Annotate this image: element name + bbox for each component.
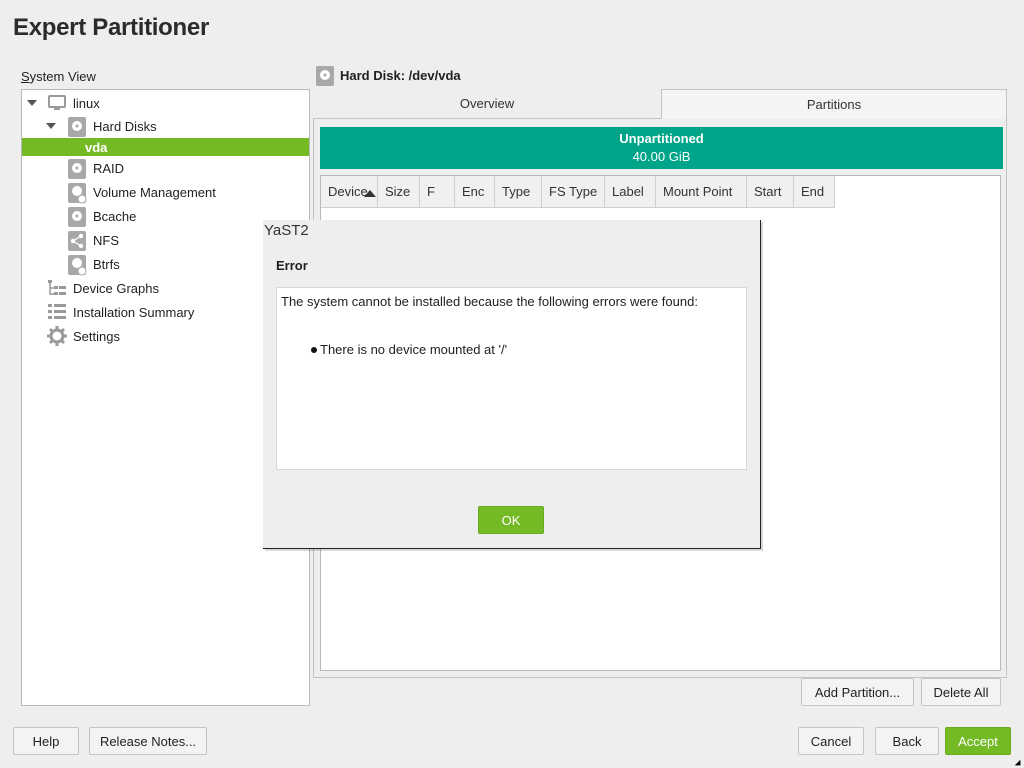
tree-item-linux[interactable]: linux [22, 92, 309, 114]
column-header-label: End [801, 184, 825, 199]
cancel-button[interactable]: Cancel [798, 727, 864, 755]
hard-disk-icon [315, 65, 335, 87]
button-label: Accept [958, 733, 998, 749]
delete-all-button[interactable]: Delete All [921, 678, 1001, 706]
ok-button[interactable]: OK [478, 506, 544, 534]
column-header-label: Device [328, 184, 368, 199]
tab-partitions[interactable]: Partitions [661, 89, 1007, 119]
column-header-fs-type[interactable]: FS Type [542, 176, 605, 208]
column-header-label: FS Type [549, 184, 598, 199]
unpartitioned-label: Unpartitioned [619, 131, 704, 146]
table-header: Device Size F Enc Type FS Type Label Mou… [321, 176, 835, 208]
tree-item-label: Device Graphs [73, 280, 159, 296]
dialog-heading: Error [276, 258, 308, 273]
tree-item-label: vda [85, 139, 108, 155]
column-header-label: Start [754, 184, 782, 199]
error-dialog: YaST2 Error The system cannot be install… [263, 220, 761, 549]
error-text: There is no device mounted at '/' [320, 342, 508, 357]
disk-header-title: Hard Disk: /dev/vda [340, 68, 461, 83]
hard-disk-icon [67, 116, 87, 137]
column-header-f[interactable]: F [420, 176, 455, 208]
expand-arrow-icon[interactable] [46, 123, 56, 129]
tree-item-raid[interactable]: RAID [22, 157, 309, 179]
tree-item-volume-management[interactable]: Volume Management [22, 181, 309, 204]
unpartitioned-size: 40.00 GiB [632, 149, 691, 164]
help-button[interactable]: Help [13, 727, 79, 755]
tree-item-label: Installation Summary [73, 304, 195, 320]
column-header-size[interactable]: Size [378, 176, 420, 208]
gear-icon [47, 326, 67, 346]
release-notes-button[interactable]: Release Notes... [89, 727, 207, 755]
tree-item-hard-disks[interactable]: Hard Disks [22, 115, 309, 137]
bullet-icon [311, 346, 317, 353]
page-title: Expert Partitioner [13, 14, 209, 41]
computer-icon [47, 93, 67, 113]
error-list-item: There is no device mounted at '/' [311, 342, 507, 357]
mouse-cursor-icon [1014, 759, 1024, 768]
column-header-type[interactable]: Type [495, 176, 542, 208]
list-icon [47, 302, 67, 322]
tree-item-label: Btrfs [93, 256, 120, 272]
tree-item-label: NFS [93, 232, 119, 248]
tab-label: Partitions [806, 97, 862, 112]
tree-item-label: Volume Management [93, 184, 216, 200]
accept-button[interactable]: Accept [945, 727, 1011, 755]
tree-item-label: Settings [73, 328, 120, 344]
button-label: Release Notes... [99, 733, 197, 749]
button-label: Cancel [810, 733, 852, 749]
button-label: Delete All [933, 684, 989, 700]
button-label: Back [892, 733, 922, 749]
column-header-device[interactable]: Device [321, 176, 378, 208]
column-header-label: Size [385, 184, 411, 199]
tree-item-label: linux [73, 95, 100, 111]
tree-item-label: Hard Disks [93, 118, 157, 134]
volume-management-icon [67, 182, 87, 204]
raid-icon [67, 158, 87, 179]
expand-arrow-icon[interactable] [27, 100, 37, 106]
tree-item-vda[interactable]: vda [22, 138, 309, 156]
button-label: Help [32, 733, 60, 749]
tab-overview[interactable]: Overview [313, 89, 661, 119]
unpartitioned-bar[interactable]: Unpartitioned 40.00 GiB [320, 127, 1003, 169]
column-header-enc[interactable]: Enc [455, 176, 495, 208]
column-header-end[interactable]: End [794, 176, 835, 208]
column-header-label[interactable]: Label [605, 176, 656, 208]
column-header-label: Mount Point [663, 184, 733, 199]
tree-item-label: Bcache [93, 208, 137, 224]
tree-item-label: RAID [93, 160, 125, 176]
tab-label: Overview [459, 96, 515, 111]
bcache-icon [67, 206, 87, 227]
column-header-label: Enc [462, 184, 485, 199]
system-view-label-rest: ystem View [29, 69, 96, 84]
column-header-label: F [427, 184, 435, 199]
device-graphs-icon [47, 278, 67, 298]
sort-ascending-icon [363, 190, 376, 197]
dialog-message-box: The system cannot be installed because t… [276, 287, 747, 470]
button-label: OK [501, 512, 521, 528]
column-header-label: Label [612, 184, 644, 199]
dialog-title: YaST2 [264, 222, 309, 239]
column-header-mount-point[interactable]: Mount Point [656, 176, 747, 208]
dialog-message: The system cannot be installed because t… [281, 294, 698, 309]
column-header-start[interactable]: Start [747, 176, 794, 208]
back-button[interactable]: Back [875, 727, 939, 755]
column-header-label: Type [502, 184, 531, 199]
btrfs-icon [67, 254, 87, 276]
add-partition-button[interactable]: Add Partition... [801, 678, 914, 706]
system-view-label: System View [21, 69, 96, 84]
button-label: Add Partition... [814, 684, 901, 700]
nfs-share-icon [67, 230, 87, 251]
